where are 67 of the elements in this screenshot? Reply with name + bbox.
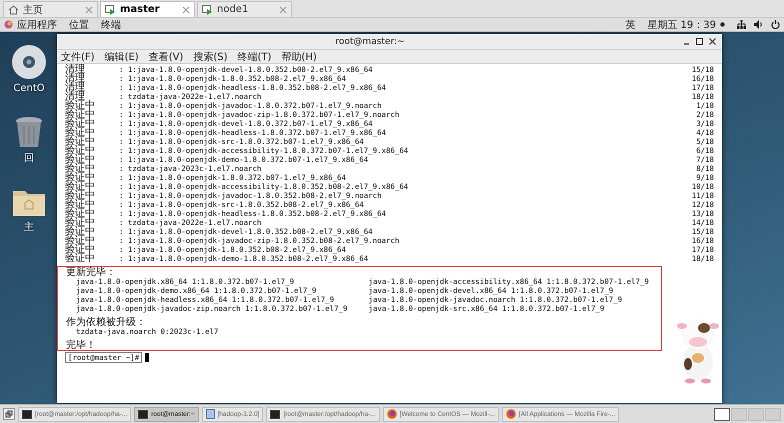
browser-icon <box>506 409 516 419</box>
section-heading: 作为依赖被升级： <box>66 318 147 327</box>
apps-icon[interactable] <box>4 20 13 29</box>
menu-item[interactable]: 终端(T) <box>238 50 272 64</box>
status-label: 清理 <box>65 83 86 92</box>
panel-menu[interactable]: 位置 <box>69 18 89 32</box>
terminal-icon <box>270 410 280 418</box>
input-method-indicator[interactable]: 英 <box>625 18 636 32</box>
status-label: 清理 <box>65 92 85 101</box>
text-cursor <box>145 353 150 362</box>
status-label: 验证中 <box>65 191 96 200</box>
status-label: 验证中 <box>65 164 96 173</box>
vm-tab[interactable]: master <box>100 1 195 17</box>
terminal-icon <box>22 410 32 418</box>
browser-icon <box>386 409 397 419</box>
terminal-icon <box>138 410 148 418</box>
menu-item[interactable]: 文件(F) <box>61 50 95 64</box>
panel-menu[interactable]: 应用程序 <box>17 18 57 32</box>
panel-clock[interactable]: 星期五 19：39 <box>647 18 716 32</box>
vm-icon <box>105 4 116 14</box>
maximize-icon[interactable] <box>696 38 703 45</box>
desktop-icon-label[interactable]: 主 <box>24 220 34 234</box>
workspace-switcher[interactable] <box>748 408 764 420</box>
workspace-switcher[interactable] <box>731 408 747 420</box>
status-label: 验证中 <box>65 245 96 254</box>
network-icon[interactable] <box>737 20 746 29</box>
show-desktop-icon[interactable] <box>3 408 15 420</box>
status-label: 验证中 <box>65 254 96 263</box>
status-label: 验证中 <box>65 146 96 155</box>
status-label: 验证中 <box>65 182 96 191</box>
status-label: 验证中 <box>65 200 96 209</box>
status-label: 验证中 <box>65 128 96 137</box>
status-label: 验证中 <box>65 137 96 146</box>
menu-item[interactable]: 查看(V) <box>148 50 184 64</box>
close-icon[interactable] <box>709 38 716 45</box>
folder-icon <box>206 409 214 419</box>
panel-menu[interactable]: 终端 <box>101 18 121 32</box>
workspace-switcher[interactable] <box>714 408 730 420</box>
status-label: 验证中 <box>65 101 96 110</box>
menu-item[interactable]: 搜索(S) <box>193 50 228 64</box>
status-label: 验证中 <box>65 227 96 236</box>
notification-dot-icon <box>720 22 725 27</box>
workspace-switcher[interactable] <box>765 408 781 420</box>
window-title: root@master:~ <box>334 36 406 46</box>
vm-tab[interactable]: node1 <box>197 1 292 17</box>
volume-icon[interactable] <box>754 20 763 29</box>
desktop-icon-label[interactable]: 回 <box>24 151 34 165</box>
menu-item[interactable]: 帮助(H) <box>281 50 317 64</box>
disc-icon[interactable] <box>11 44 47 80</box>
status-label: 验证中 <box>65 218 96 227</box>
vm-icon <box>202 4 213 14</box>
status-label: 验证中 <box>65 236 96 245</box>
status-label: 验证中 <box>65 110 96 119</box>
power-icon[interactable] <box>771 20 780 29</box>
trash-icon[interactable] <box>14 116 44 148</box>
status-label: 验证中 <box>65 155 96 164</box>
completion-message: 完毕！ <box>66 341 97 350</box>
desktop-icon-label[interactable]: CentO <box>13 83 45 94</box>
home-icon <box>8 4 19 14</box>
status-label: 验证中 <box>65 173 96 182</box>
status-label: 清理 <box>65 74 86 83</box>
status-label: 验证中 <box>65 209 96 218</box>
section-heading: 更新完毕： <box>66 268 117 277</box>
status-label: 清理 <box>65 65 86 74</box>
status-label: 验证中 <box>65 119 96 128</box>
vm-tab[interactable]: 主页 <box>3 1 98 17</box>
menu-item[interactable]: 编辑(E) <box>104 50 139 64</box>
